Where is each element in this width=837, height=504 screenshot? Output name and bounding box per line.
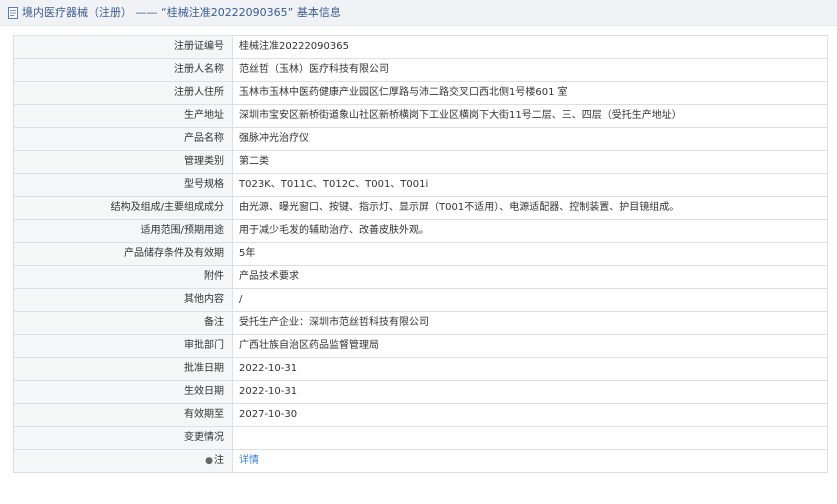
table-row: 生效日期 2022-10-31: [13, 380, 828, 404]
table-row: 注册人名称 范丝哲（玉林）医疗科技有限公司: [13, 58, 828, 82]
field-label: 产品储存条件及有效期: [13, 242, 233, 266]
field-value: /: [232, 288, 828, 312]
field-label: 注册人名称: [13, 58, 233, 82]
field-label: 有效期至: [13, 403, 233, 427]
field-value: 由光源、曝光窗口、按键、指示灯、显示屏（T001不适用）、电源适配器、控制装置、…: [232, 196, 828, 220]
field-label: 附件: [13, 265, 233, 289]
field-value: 桂械注准20222090365: [232, 35, 828, 59]
table-body: 注册证编号 桂械注准20222090365 注册人名称 范丝哲（玉林）医疗科技有…: [13, 35, 828, 473]
field-value: [232, 426, 828, 450]
field-label: 适用范围/预期用途: [13, 219, 233, 243]
field-value: 范丝哲（玉林）医疗科技有限公司: [232, 58, 828, 82]
field-label: 其他内容: [13, 288, 233, 312]
field-label: 产品名称: [13, 127, 233, 151]
document-icon: [8, 7, 18, 19]
detail-label-text: 注: [214, 455, 224, 466]
field-label: 型号规格: [13, 173, 233, 197]
table-row: 结构及组成/主要组成成分 由光源、曝光窗口、按键、指示灯、显示屏（T001不适用…: [13, 196, 828, 220]
field-value: 玉林市玉林中医药健康产业园区仁厚路与沛二路交叉口西北侧1号楼601 室: [232, 81, 828, 105]
field-label: 生产地址: [13, 104, 233, 128]
page-title: 境内医疗器械（注册） —— “桂械注准20222090365” 基本信息: [22, 6, 341, 19]
field-label: 注册人住所: [13, 81, 233, 105]
bell-icon: ●: [205, 456, 213, 466]
registration-detail-table: 注册证编号 桂械注准20222090365 注册人名称 范丝哲（玉林）医疗科技有…: [13, 35, 828, 473]
table-row: 型号规格 T023K、T011C、T012C、T001、T001i: [13, 173, 828, 197]
field-value: T023K、T011C、T012C、T001、T001i: [232, 173, 828, 197]
detail-row: ●注 详情: [13, 449, 828, 473]
field-label: 变更情况: [13, 426, 233, 450]
detail-value: 详情: [232, 449, 828, 473]
table-row: 附件 产品技术要求: [13, 265, 828, 289]
detail-label: ●注: [13, 449, 233, 473]
field-value: 第二类: [232, 150, 828, 174]
table-row: 其他内容 /: [13, 288, 828, 312]
field-label: 注册证编号: [13, 35, 233, 59]
page-header: 境内医疗器械（注册） —— “桂械注准20222090365” 基本信息: [0, 0, 837, 26]
table-row: 适用范围/预期用途 用于减少毛发的辅助治疗、改善皮肤外观。: [13, 219, 828, 243]
table-row: 生产地址 深圳市宝安区新桥街道象山社区新桥横岗下工业区横岗下大街11号二层、三、…: [13, 104, 828, 128]
field-value: 深圳市宝安区新桥街道象山社区新桥横岗下工业区横岗下大街11号二层、三、四层（受托…: [232, 104, 828, 128]
table-row: 批准日期 2022-10-31: [13, 357, 828, 381]
table-row: 备注 受托生产企业：深圳市范丝哲科技有限公司: [13, 311, 828, 335]
table-row: 注册证编号 桂械注准20222090365: [13, 35, 828, 59]
field-value: 2022-10-31: [232, 357, 828, 381]
field-label: 批准日期: [13, 357, 233, 381]
field-label: 备注: [13, 311, 233, 335]
table-row: 注册人住所 玉林市玉林中医药健康产业园区仁厚路与沛二路交叉口西北侧1号楼601 …: [13, 81, 828, 105]
table-row: 变更情况: [13, 426, 828, 450]
field-value: 5年: [232, 242, 828, 266]
field-value: 强脉冲光治疗仪: [232, 127, 828, 151]
table-row: 产品名称 强脉冲光治疗仪: [13, 127, 828, 151]
field-label: 管理类别: [13, 150, 233, 174]
table-row: 产品储存条件及有效期 5年: [13, 242, 828, 266]
table-row: 有效期至 2027-10-30: [13, 403, 828, 427]
field-label: 生效日期: [13, 380, 233, 404]
field-value: 用于减少毛发的辅助治疗、改善皮肤外观。: [232, 219, 828, 243]
details-link[interactable]: 详情: [239, 455, 259, 466]
table-row: 审批部门 广西壮族自治区药品监督管理局: [13, 334, 828, 358]
field-label: 审批部门: [13, 334, 233, 358]
field-value: 受托生产企业：深圳市范丝哲科技有限公司: [232, 311, 828, 335]
field-value: 广西壮族自治区药品监督管理局: [232, 334, 828, 358]
field-value: 2027-10-30: [232, 403, 828, 427]
table-row: 管理类别 第二类: [13, 150, 828, 174]
field-label: 结构及组成/主要组成成分: [13, 196, 233, 220]
field-value: 2022-10-31: [232, 380, 828, 404]
field-value: 产品技术要求: [232, 265, 828, 289]
